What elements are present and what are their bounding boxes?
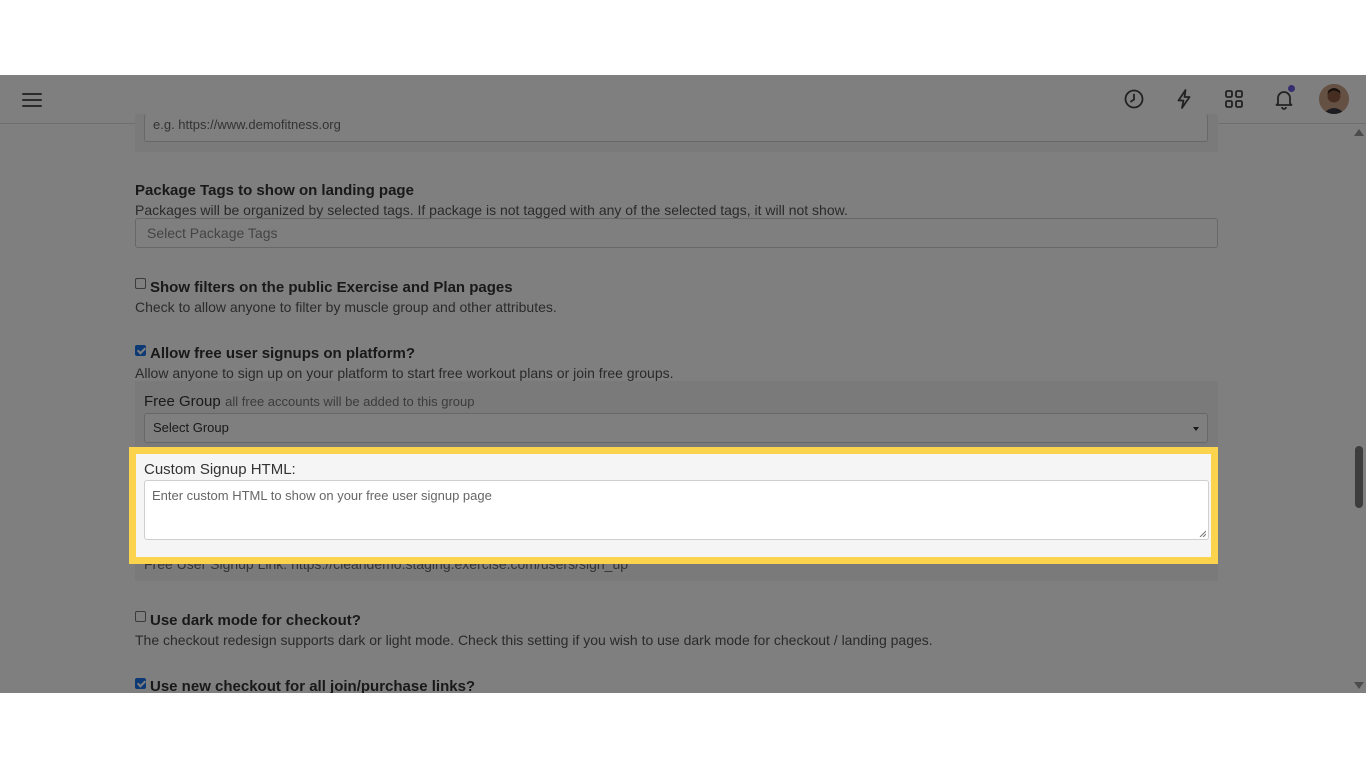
- free-group-label-row: Free Group all free accounts will be add…: [144, 393, 474, 411]
- package-tags-select[interactable]: Select Package Tags: [135, 218, 1218, 248]
- chevron-down-icon: [1193, 427, 1199, 431]
- new-checkout-checkbox[interactable]: [135, 678, 146, 689]
- free-signups-help: Allow anyone to sign up on your platform…: [135, 365, 674, 381]
- scroll-thumb[interactable]: [1355, 446, 1363, 508]
- history-icon[interactable]: [1122, 87, 1146, 111]
- avatar[interactable]: [1319, 84, 1349, 114]
- highlight-frame: Custom Signup HTML: Enter custom HTML to…: [129, 447, 1218, 564]
- new-checkout-title: Use new checkout for all join/purchase l…: [150, 678, 476, 693]
- show-filters-help: Check to allow anyone to filter by muscl…: [135, 299, 557, 315]
- free-group-help: all free accounts will be added to this …: [225, 394, 475, 409]
- dark-mode-help: The checkout redesign supports dark or l…: [135, 632, 933, 648]
- website-url-input[interactable]: e.g. https://www.demofitness.org: [144, 114, 1208, 142]
- scroll-down-arrow[interactable]: [1354, 682, 1364, 689]
- menu-icon[interactable]: [22, 90, 42, 108]
- apps-grid-icon[interactable]: [1222, 87, 1246, 111]
- notification-dot: [1288, 85, 1295, 92]
- show-filters-checkbox[interactable]: [135, 278, 146, 289]
- website-panel: e.g. https://www.demofitness.org: [135, 114, 1218, 152]
- dark-mode-checkbox[interactable]: [135, 611, 146, 622]
- resize-handle-icon[interactable]: [1199, 530, 1206, 537]
- custom-html-placeholder: Enter custom HTML to show on your free u…: [152, 488, 492, 503]
- free-group-selected: Select Group: [153, 420, 229, 435]
- show-filters-title: Show filters on the public Exercise and …: [150, 279, 513, 296]
- app-window: e.g. https://www.demofitness.org Package…: [0, 75, 1366, 693]
- free-signups-checkbox[interactable]: [135, 345, 146, 356]
- scroll-up-arrow[interactable]: [1354, 129, 1364, 136]
- custom-html-label: Custom Signup HTML:: [144, 461, 296, 478]
- lightning-icon[interactable]: [1172, 87, 1196, 111]
- dark-mode-title: Use dark mode for checkout?: [150, 612, 361, 629]
- custom-html-textarea[interactable]: Enter custom HTML to show on your free u…: [144, 480, 1209, 540]
- free-signups-title: Allow free user signups on platform?: [150, 345, 416, 362]
- package-tags-help: Packages will be organized by selected t…: [135, 202, 848, 218]
- package-tags-title: Package Tags to show on landing page: [135, 182, 414, 199]
- free-group-label: Free Group: [144, 393, 221, 410]
- free-group-select[interactable]: Select Group: [144, 413, 1208, 443]
- scrollbar[interactable]: [1351, 124, 1366, 693]
- settings-content: e.g. https://www.demofitness.org Package…: [0, 114, 1366, 693]
- bell-icon[interactable]: [1272, 85, 1296, 111]
